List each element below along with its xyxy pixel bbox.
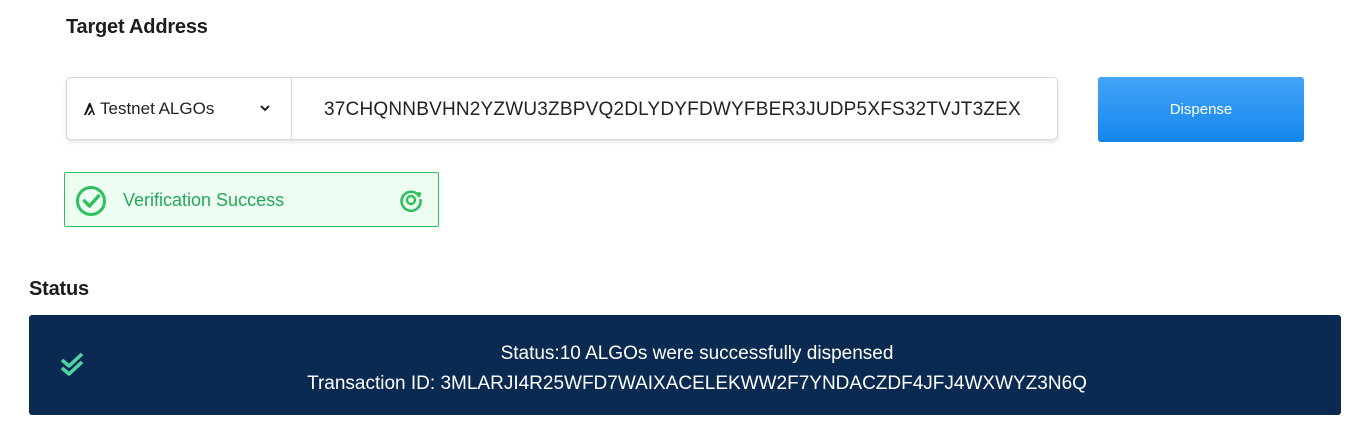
status-banner: Status:10 ALGOs were successfully dispen… <box>29 315 1341 415</box>
chevron-down-icon <box>260 105 270 112</box>
verification-label: Verification Success <box>123 190 285 210</box>
dispense-button[interactable]: Dispense <box>1098 77 1304 142</box>
network-select-value: Testnet ALGOs <box>100 98 215 118</box>
verification-status-box: Verification Success <box>64 172 439 227</box>
network-select[interactable]: Testnet ALGOs <box>67 78 292 139</box>
refresh-icon[interactable] <box>398 187 424 213</box>
target-address-title: Target Address <box>66 16 208 38</box>
status-message: Status:10 ALGOs were successfully dispen… <box>29 339 1341 399</box>
address-input[interactable] <box>292 78 1057 139</box>
algorand-logo-icon <box>84 102 95 115</box>
status-message-line: Status:10 ALGOs were successfully dispen… <box>500 343 894 364</box>
transaction-id: Transaction ID: 3MLARJI4R25WFD7WAIXACELE… <box>307 373 1087 394</box>
status-title: Status <box>29 278 89 300</box>
check-circle-icon <box>76 186 106 216</box>
address-form: Testnet ALGOs <box>66 77 1058 140</box>
